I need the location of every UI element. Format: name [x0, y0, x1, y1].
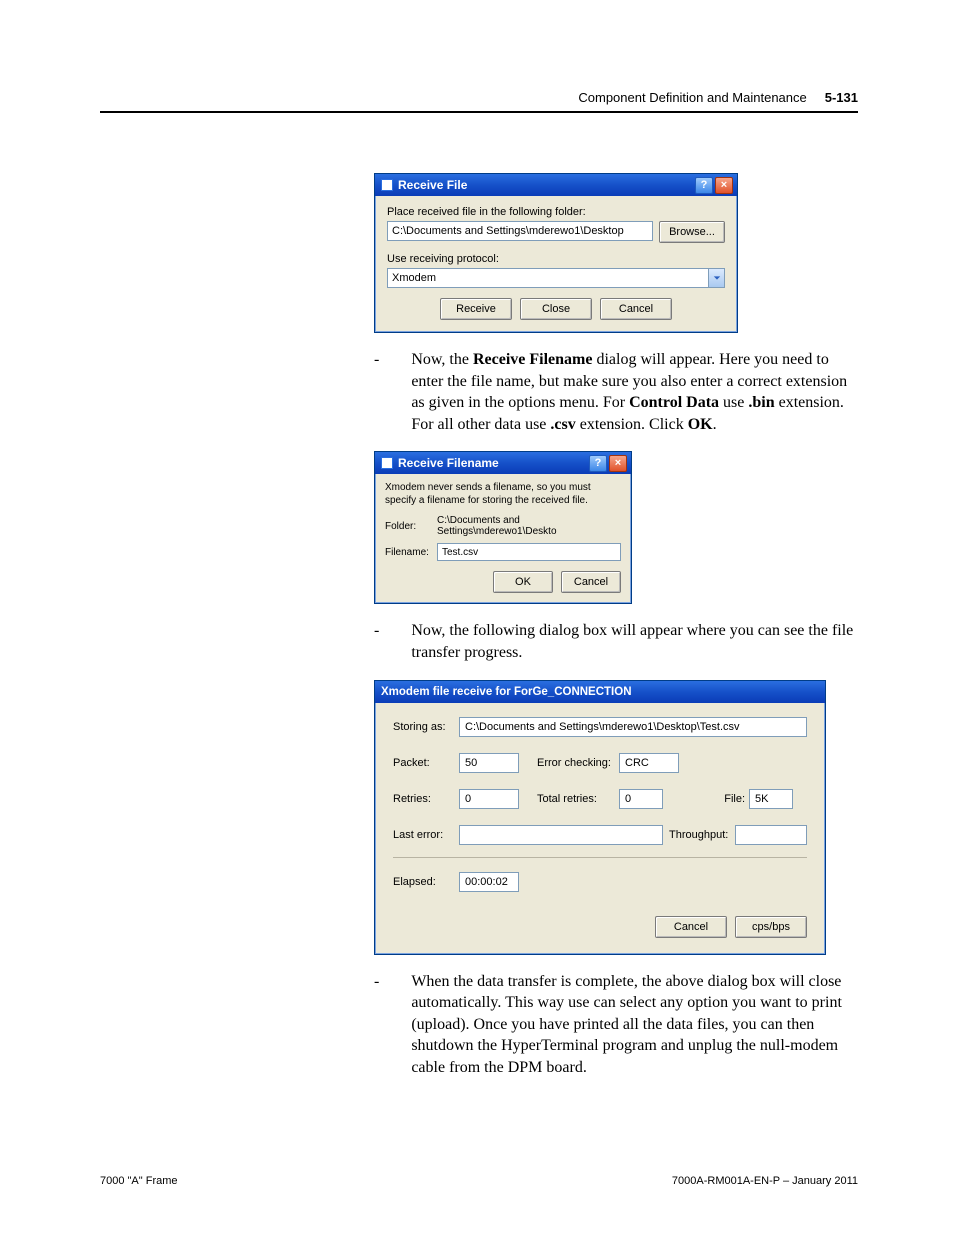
lasterr-value [459, 825, 663, 845]
bullet-dash: - [374, 620, 379, 663]
page-number: 5-131 [825, 90, 858, 105]
elapsed-value: 00:00:02 [459, 872, 519, 892]
ok-button[interactable]: OK [493, 571, 553, 593]
packet-label: Packet: [393, 757, 459, 769]
text-bold: .csv [550, 416, 575, 433]
filename-label: Filename: [385, 547, 429, 558]
text: Now, the following dialog box will appea… [411, 620, 858, 663]
errchk-value: CRC [619, 753, 679, 773]
cancel-button[interactable]: Cancel [655, 916, 727, 938]
text-bold: Control Data [629, 394, 719, 411]
dialog-title: Xmodem file receive for ForGe_CONNECTION [381, 686, 632, 698]
file-label: File: [717, 793, 745, 805]
dialog-title: Receive File [398, 178, 467, 192]
titlebar[interactable]: Receive Filename ? × [375, 452, 631, 474]
footer-right: 7000A-RM001A-EN-P – January 2011 [672, 1175, 858, 1187]
paragraph-3: - When the data transfer is complete, th… [374, 971, 858, 1079]
folder-label: Place received file in the following fol… [387, 206, 725, 218]
bullet-dash: - [374, 349, 379, 435]
page-footer: 7000 "A" Frame 7000A-RM001A-EN-P – Janua… [100, 1175, 858, 1187]
cancel-button[interactable]: Cancel [561, 571, 621, 593]
text-bold: Receive Filename [473, 351, 593, 368]
cpsbps-button[interactable]: cps/bps [735, 916, 807, 938]
page-header: Component Definition and Maintenance 5-1… [100, 90, 858, 105]
lasterr-label: Last error: [393, 829, 459, 841]
app-icon [381, 179, 393, 191]
help-button[interactable]: ? [589, 455, 607, 472]
text: When the data transfer is complete, the … [411, 971, 858, 1079]
storing-label: Storing as: [393, 721, 459, 733]
filename-input[interactable] [437, 543, 621, 561]
file-value: 5K [749, 789, 793, 809]
folder-label: Folder: [385, 521, 429, 532]
browse-button[interactable]: Browse... [659, 221, 725, 243]
bullet-dash: - [374, 971, 379, 1079]
totretries-label: Total retries: [537, 793, 619, 805]
text: use [719, 394, 748, 411]
protocol-label: Use receiving protocol: [387, 253, 725, 265]
close-icon: × [615, 458, 621, 469]
section-title: Component Definition and Maintenance [578, 90, 806, 105]
xmodem-progress-dialog: Xmodem file receive for ForGe_CONNECTION… [374, 680, 826, 955]
receive-button[interactable]: Receive [440, 298, 512, 320]
titlebar[interactable]: Xmodem file receive for ForGe_CONNECTION [375, 681, 825, 703]
receive-file-dialog: Receive File ? × Place received file in … [374, 173, 738, 333]
errchk-label: Error checking: [537, 757, 619, 769]
retries-value: 0 [459, 789, 519, 809]
dialog-title: Receive Filename [398, 456, 499, 470]
paragraph-2: - Now, the following dialog box will app… [374, 620, 858, 663]
help-icon: ? [701, 180, 708, 191]
app-icon [381, 457, 393, 469]
protocol-select[interactable] [387, 268, 725, 288]
info-text: Xmodem never sends a filename, so you mu… [385, 482, 621, 507]
close-button[interactable]: × [609, 455, 627, 472]
chevron-down-icon[interactable] [708, 269, 724, 287]
cancel-button[interactable]: Cancel [600, 298, 672, 320]
close-dialog-button[interactable]: Close [520, 298, 592, 320]
receive-filename-dialog: Receive Filename ? × Xmodem never sends … [374, 451, 632, 604]
retries-label: Retries: [393, 793, 459, 805]
throughput-label: Throughput: [669, 829, 735, 841]
footer-left: 7000 "A" Frame [100, 1175, 178, 1187]
help-icon: ? [595, 458, 602, 469]
throughput-value [735, 825, 807, 845]
text: Now, the [411, 351, 473, 368]
text: . [713, 416, 717, 433]
totretries-value: 0 [619, 789, 663, 809]
folder-value: C:\Documents and Settings\mderewo1\Deskt… [437, 515, 621, 537]
titlebar[interactable]: Receive File ? × [375, 174, 737, 196]
text: extension. Click [576, 416, 688, 433]
help-button[interactable]: ? [695, 177, 713, 194]
text-bold: .bin [748, 394, 774, 411]
packet-value: 50 [459, 753, 519, 773]
paragraph-1: - Now, the Receive Filename dialog will … [374, 349, 858, 435]
divider [393, 857, 807, 858]
header-rule [100, 111, 858, 113]
close-icon: × [721, 180, 727, 191]
elapsed-label: Elapsed: [393, 876, 459, 888]
storing-value: C:\Documents and Settings\mderewo1\Deskt… [459, 717, 807, 737]
close-button[interactable]: × [715, 177, 733, 194]
text-bold: OK [688, 416, 713, 433]
folder-input[interactable] [387, 221, 653, 241]
